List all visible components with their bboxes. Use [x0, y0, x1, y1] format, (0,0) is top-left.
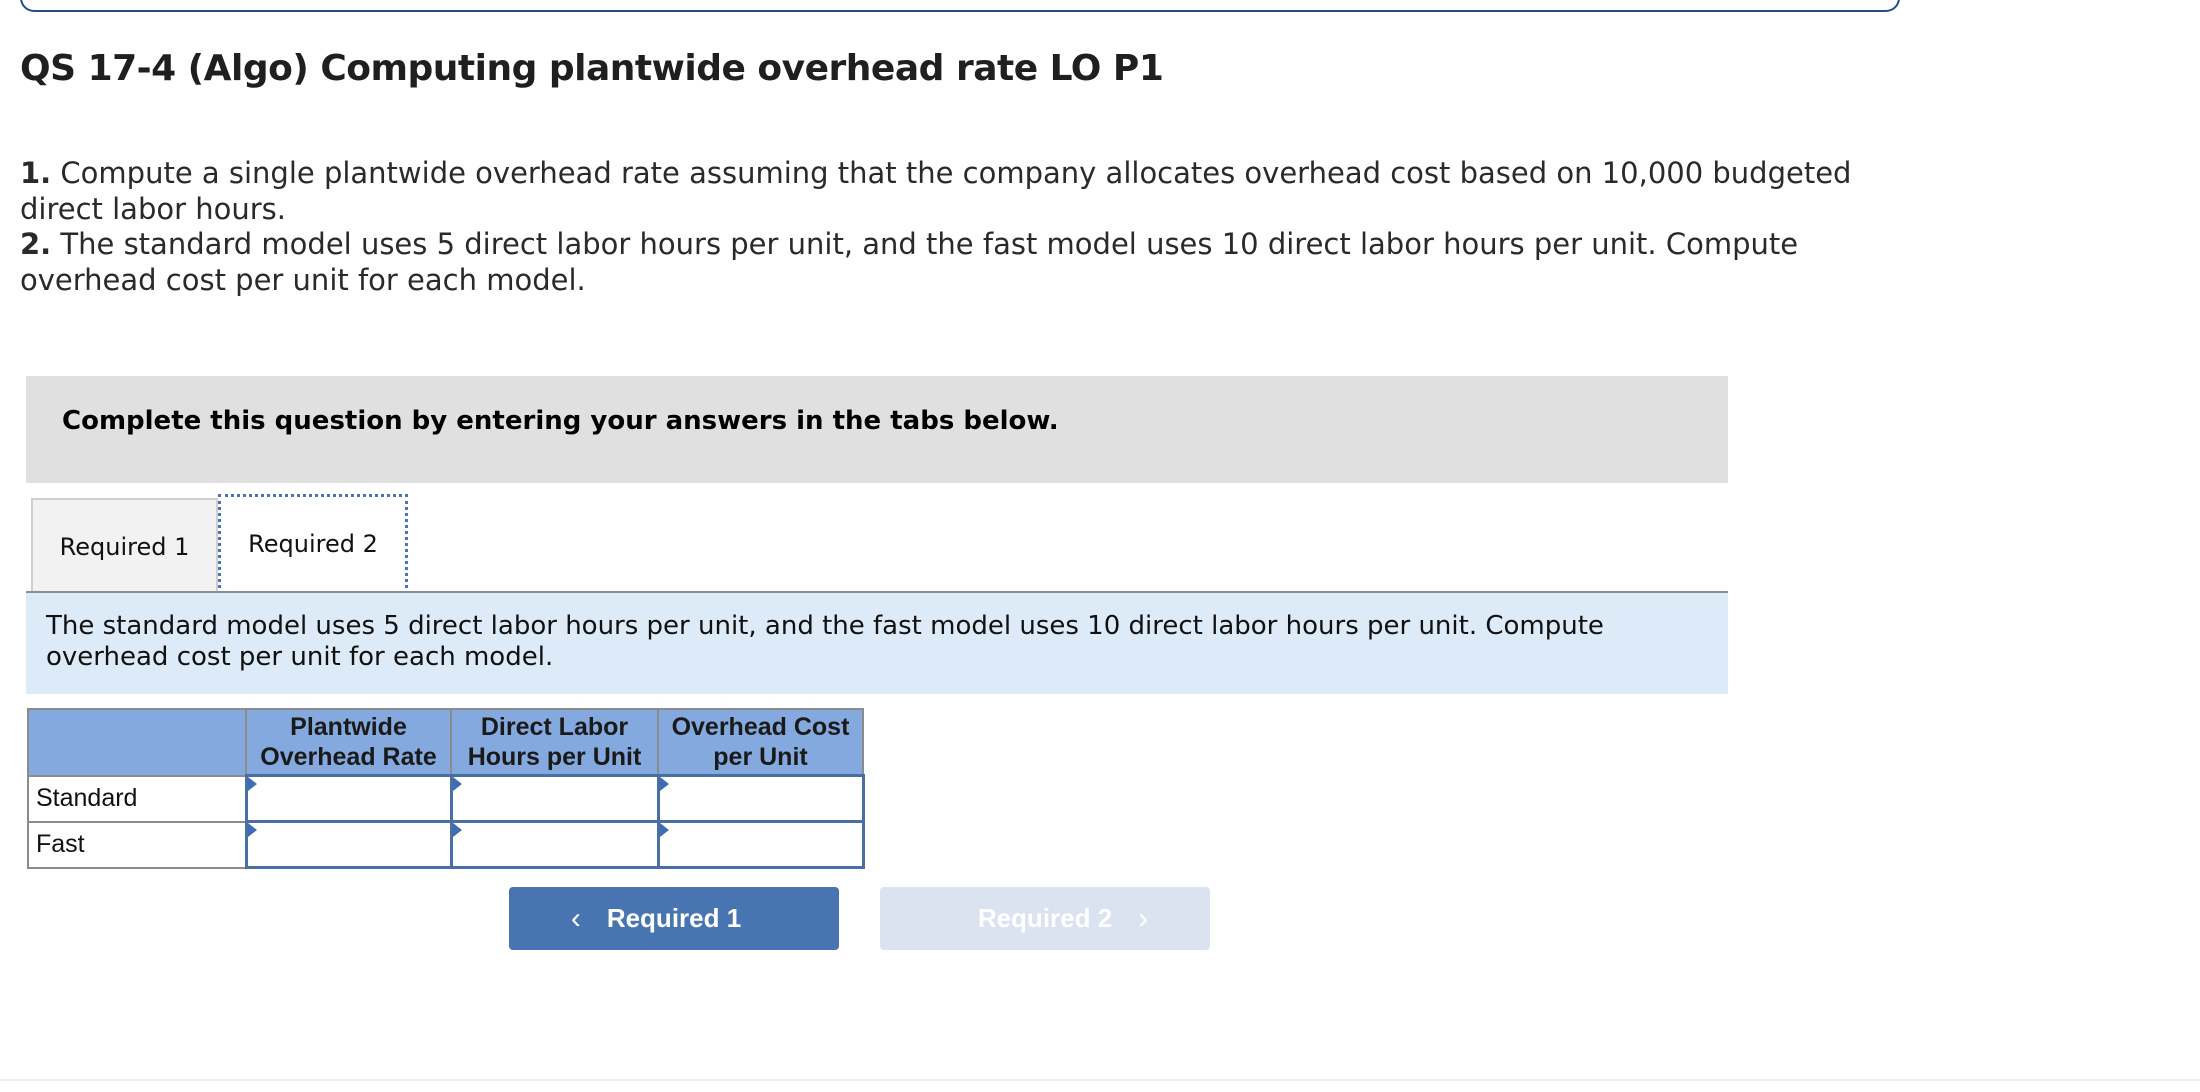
instruction-text: The standard model uses 5 direct labor h… — [20, 227, 1799, 297]
page-title: QS 17-4 (Algo) Computing plantwide overh… — [20, 48, 1164, 89]
column-header-blank — [27, 708, 247, 777]
input-flag-icon — [247, 823, 257, 837]
answer-table: Plantwide Overhead Rate Direct Labor Hou… — [27, 708, 865, 869]
button-label: Required 1 — [606, 903, 742, 933]
fast-dlh-per-unit-cell[interactable] — [449, 820, 660, 869]
previous-required-1-button[interactable]: ‹ Required 1 ‹ — [509, 887, 839, 950]
tab-required-1[interactable]: Required 1 — [31, 498, 218, 593]
instruction-number: 2. — [20, 227, 52, 261]
button-label: Required 2 — [977, 903, 1113, 933]
table-row: Standard — [27, 774, 865, 823]
table-header-row: Plantwide Overhead Rate Direct Labor Hou… — [27, 708, 864, 777]
fast-dlh-per-unit-input[interactable] — [452, 823, 657, 866]
question-instructions: 1. Compute a single plantwide overhead r… — [20, 156, 1900, 298]
input-flag-icon — [247, 777, 257, 791]
fast-overhead-cost-cell[interactable] — [656, 820, 865, 869]
column-header-plantwide-overhead-rate: Plantwide Overhead Rate — [245, 708, 452, 777]
standard-overhead-cost-input[interactable] — [659, 777, 862, 820]
bottom-divider — [0, 1079, 2200, 1081]
tab-label: Required 2 — [248, 530, 378, 558]
input-flag-icon — [452, 777, 462, 791]
column-header-direct-labor-hours: Direct Labor Hours per Unit — [450, 708, 659, 777]
table-row: Fast — [27, 820, 865, 869]
tab-description-panel: The standard model uses 5 direct labor h… — [26, 593, 1728, 694]
fast-plantwide-rate-cell[interactable] — [244, 820, 453, 869]
chevron-right-icon: › — [1138, 901, 1149, 935]
standard-plantwide-rate-input[interactable] — [247, 777, 450, 820]
panel-heading: Complete this question by entering your … — [62, 406, 1059, 436]
input-flag-icon — [659, 777, 669, 791]
row-label-fast: Fast — [27, 820, 247, 869]
instructions-panel: Complete this question by entering your … — [26, 376, 1728, 483]
column-header-overhead-cost-per-unit: Overhead Cost per Unit — [657, 708, 864, 777]
row-label-standard: Standard — [27, 774, 247, 823]
instruction-number: 1. — [20, 156, 52, 190]
fast-plantwide-rate-input[interactable] — [247, 823, 450, 866]
instruction-1: 1. Compute a single plantwide overhead r… — [20, 156, 1900, 227]
input-flag-icon — [659, 823, 669, 837]
next-required-2-button[interactable]: › Required 2 › — [880, 887, 1210, 950]
instruction-2: 2. The standard model uses 5 direct labo… — [20, 227, 1900, 298]
fast-overhead-cost-input[interactable] — [659, 823, 862, 866]
standard-plantwide-rate-cell[interactable] — [244, 774, 453, 823]
chevron-left-icon: ‹ — [570, 901, 581, 935]
top-container-border — [20, 0, 1900, 12]
standard-dlh-per-unit-cell[interactable] — [449, 774, 660, 823]
input-flag-icon — [452, 823, 462, 837]
standard-overhead-cost-cell[interactable] — [656, 774, 865, 823]
tab-label: Required 1 — [59, 532, 190, 561]
instruction-text: Compute a single plantwide overhead rate… — [20, 156, 1852, 226]
tab-description: The standard model uses 5 direct labor h… — [46, 611, 1604, 672]
standard-dlh-per-unit-input[interactable] — [452, 777, 657, 820]
tab-required-2[interactable]: Required 2 — [218, 494, 408, 594]
